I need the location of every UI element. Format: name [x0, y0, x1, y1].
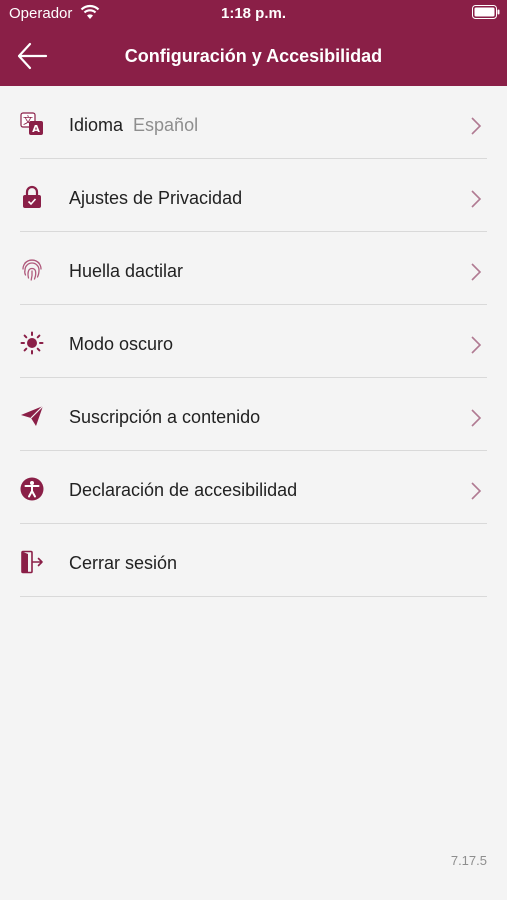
settings-item-accessibility[interactable]: Declaración de accesibilidad	[0, 451, 507, 524]
settings-item-label: Cerrar sesión	[69, 553, 178, 573]
settings-item-dark-mode[interactable]: Modo oscuro	[0, 305, 507, 378]
app-version: 7.17.5	[450, 853, 487, 868]
svg-text:A: A	[32, 124, 40, 135]
sun-icon	[20, 331, 44, 355]
settings-item-privacy[interactable]: Ajustes de Privacidad	[0, 159, 507, 232]
chevron-right-icon	[471, 409, 482, 427]
page-title: Configuración y Accesibilidad	[124, 46, 383, 66]
logout-icon	[21, 550, 43, 574]
settings-item-label: Declaración de accesibilidad	[69, 480, 298, 500]
chevron-right-icon	[471, 482, 482, 500]
settings-item-label: Huella dactilar	[69, 261, 184, 281]
settings-item-logout[interactable]: Cerrar sesión	[0, 524, 507, 597]
settings-item-language[interactable]: 文 A Idioma Español	[0, 86, 507, 159]
chevron-right-icon	[471, 117, 482, 135]
settings-list: 文 A Idioma Español Ajustes de Privacidad	[0, 86, 507, 597]
lock-icon	[23, 185, 41, 208]
app-header: Operador 1:18 p.m. Configuración y Acces…	[0, 0, 507, 86]
settings-item-label: Ajustes de Privacidad	[69, 188, 243, 208]
chevron-right-icon	[471, 336, 482, 354]
status-bar: Operador 1:18 p.m.	[0, 0, 507, 28]
battery-icon	[472, 5, 500, 19]
language-value: Español	[133, 115, 199, 135]
settings-item-label: Idioma	[69, 115, 124, 135]
settings-item-label: Suscripción a contenido	[69, 407, 261, 427]
chevron-right-icon	[471, 190, 482, 208]
paper-plane-icon	[21, 405, 44, 426]
fingerprint-icon	[22, 259, 42, 281]
settings-item-subscription[interactable]: Suscripción a contenido	[0, 378, 507, 451]
settings-item-fingerprint[interactable]: Huella dactilar	[0, 232, 507, 305]
chevron-right-icon	[471, 263, 482, 281]
settings-item-label: Modo oscuro	[69, 334, 174, 354]
status-time: 1:18 p.m.	[220, 5, 287, 22]
translate-icon: 文 A	[20, 112, 43, 135]
accessibility-icon	[20, 477, 44, 501]
divider	[20, 596, 487, 597]
